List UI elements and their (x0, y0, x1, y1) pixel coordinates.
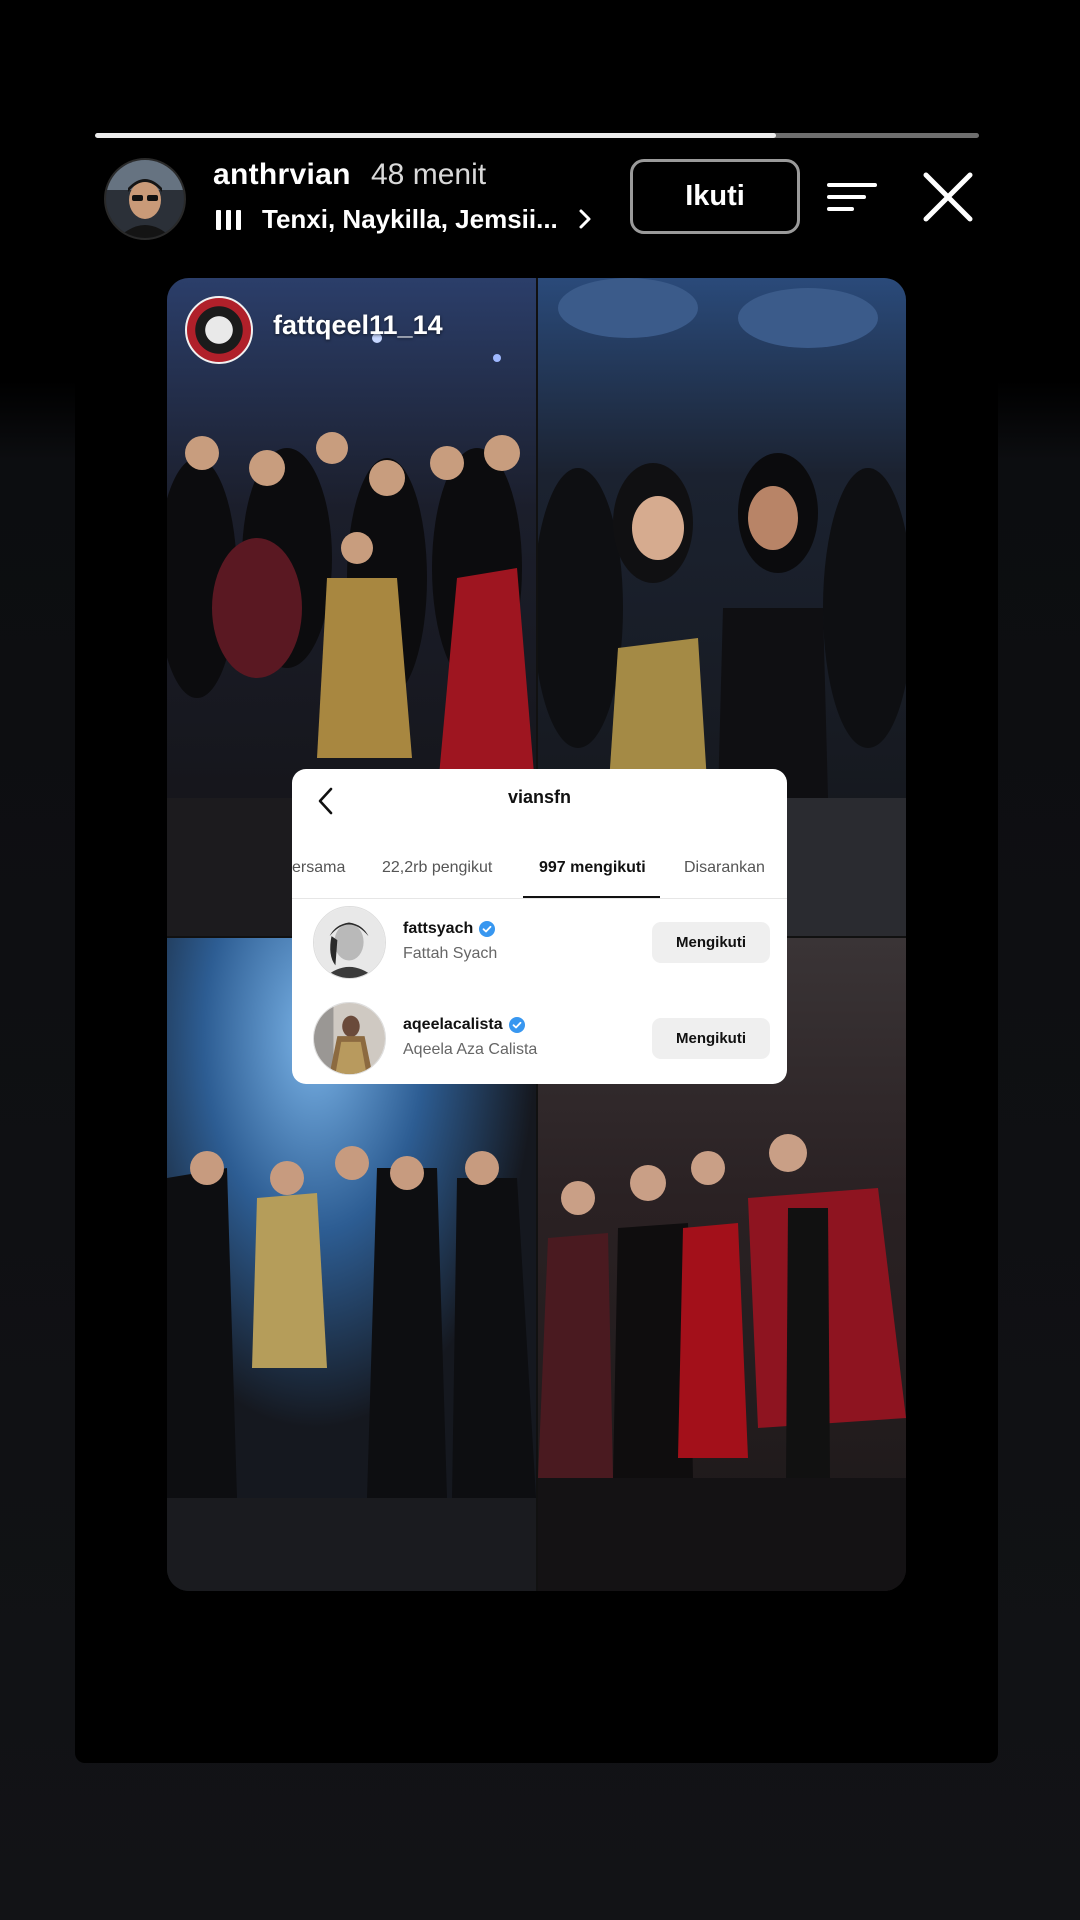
following-button[interactable]: Mengikuti (652, 1018, 770, 1059)
account-username[interactable]: aqeelacalista (403, 1016, 525, 1034)
verified-badge-icon (508, 1017, 525, 1033)
verified-badge-icon (479, 921, 496, 937)
list-item[interactable]: fattsyach Fattah Syach Mengikuti (292, 906, 787, 982)
tab-following[interactable]: 997 mengikuti (539, 859, 646, 877)
chevron-right-icon (579, 209, 591, 229)
follow-button[interactable]: Ikuti (630, 159, 800, 234)
music-text: Tenxi, Naykilla, Jemsii... (262, 203, 558, 234)
following-button[interactable]: Mengikuti (652, 922, 770, 963)
profile-title: viansfn (507, 787, 572, 807)
account-username[interactable]: fattsyach (403, 920, 496, 938)
menu-lines-icon[interactable] (826, 180, 878, 214)
following-list-card[interactable]: viansfn ersama 22,2rb pengikut 997 mengi… (292, 769, 787, 1084)
story-time: 48 menit (371, 158, 487, 191)
story-progress-bar (95, 133, 979, 138)
tab-mutual[interactable]: ersama (292, 859, 345, 877)
reposted-account-username[interactable]: fattqeel11_14 (273, 310, 443, 341)
account-full-name: Fattah Syach (403, 945, 498, 962)
account-full-name: Aqeela Aza Calista (403, 1041, 538, 1058)
account-avatar[interactable] (313, 906, 386, 979)
reposted-account-avatar[interactable] (185, 296, 253, 364)
tab-followers[interactable]: 22,2rb pengikut (382, 859, 492, 877)
author-avatar[interactable] (104, 158, 186, 240)
account-avatar[interactable] (313, 1002, 386, 1075)
tab-suggested[interactable]: Disarankan (684, 859, 765, 877)
list-item[interactable]: aqeelacalista Aqeela Aza Calista Mengiku… (292, 1002, 787, 1078)
music-bars-icon (216, 208, 242, 230)
tabs-divider (292, 898, 787, 899)
close-icon[interactable] (922, 171, 974, 223)
follow-tabs: ersama 22,2rb pengikut 997 mengikuti Dis… (292, 859, 787, 884)
music-attribution[interactable]: Tenxi, Naykilla, Jemsii... (216, 202, 592, 236)
story-progress-fill (95, 133, 776, 138)
author-username[interactable]: anthrvian (213, 158, 351, 192)
